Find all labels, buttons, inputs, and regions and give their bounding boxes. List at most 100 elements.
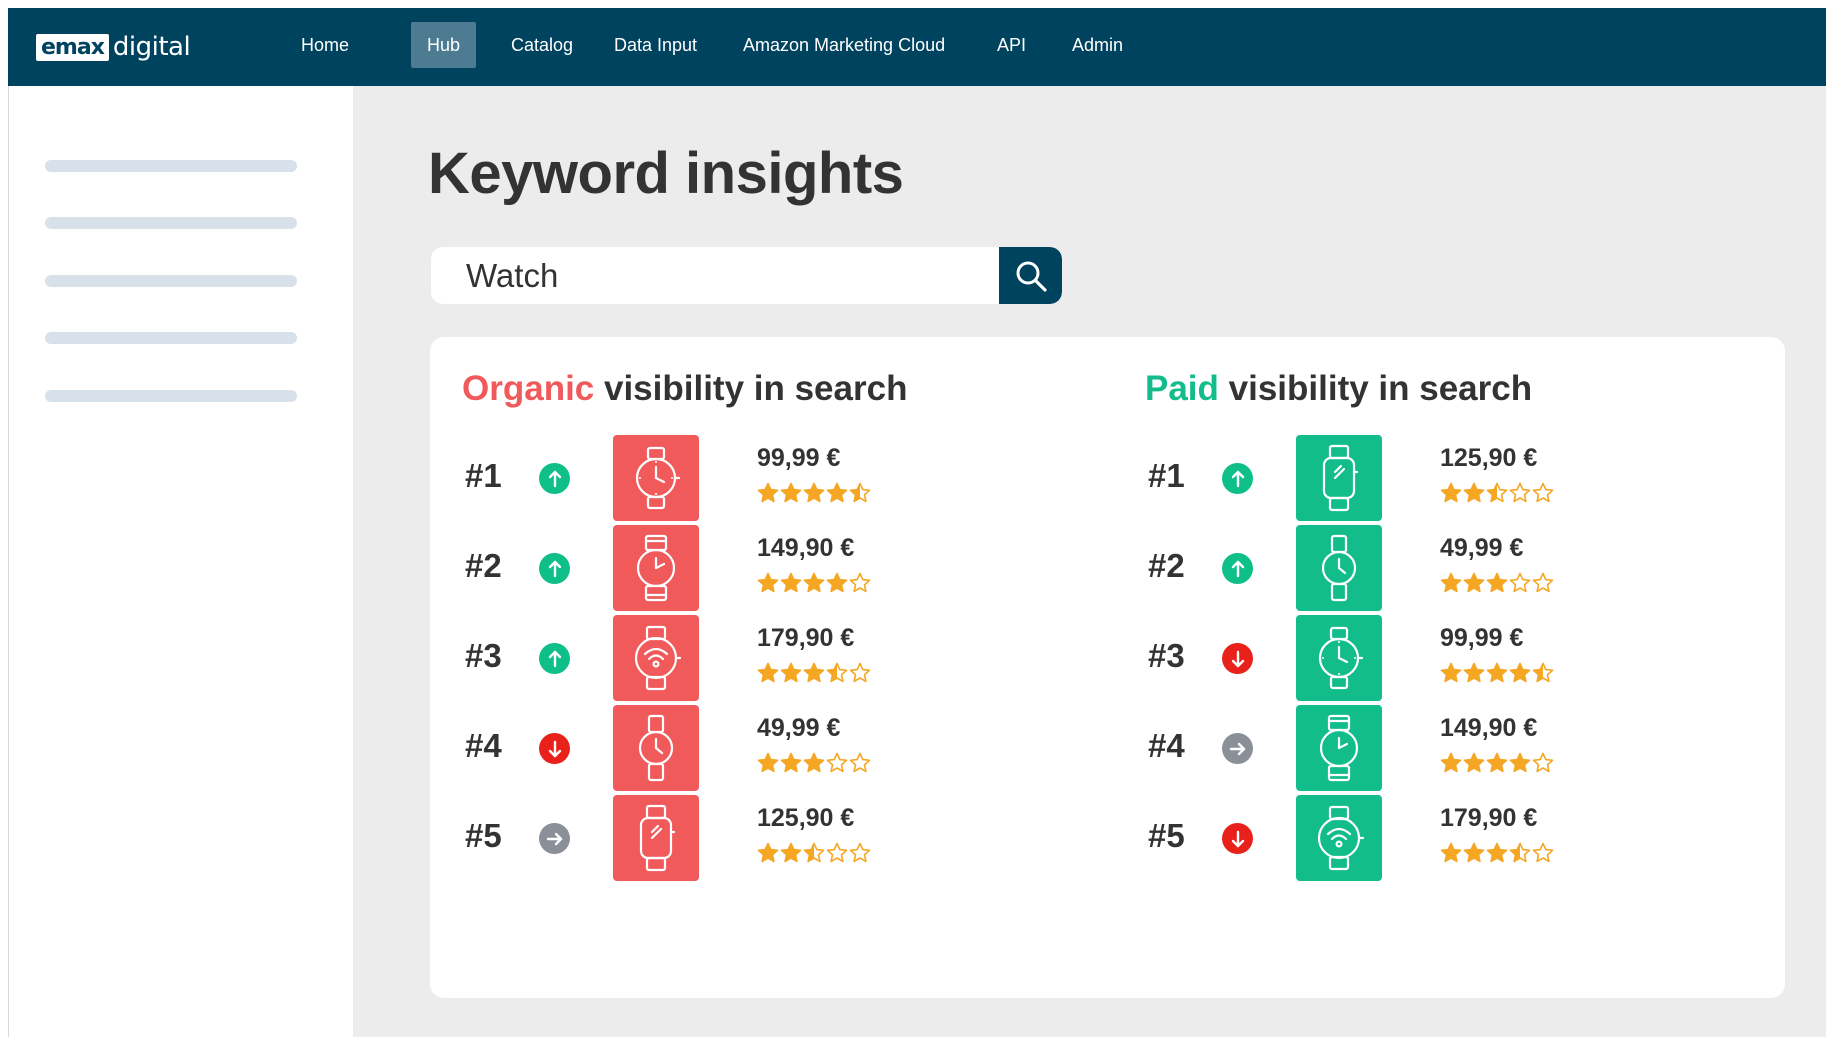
nav-data-input[interactable]: Data Input xyxy=(598,22,713,68)
star-rating xyxy=(757,662,871,684)
star-full-icon xyxy=(757,842,779,864)
paid-result-row[interactable]: #2 49,99 € xyxy=(1148,525,1708,611)
visibility-card: Organic visibility in search Paid visibi… xyxy=(430,337,1785,998)
star-rating xyxy=(1440,662,1554,684)
price-label: 149,90 € xyxy=(757,534,855,562)
nav-api[interactable]: API xyxy=(981,22,1042,68)
nav-hub[interactable]: Hub xyxy=(411,22,477,68)
star-rating xyxy=(1440,482,1554,504)
star-empty-icon xyxy=(849,662,871,684)
trend-down-icon xyxy=(1222,643,1253,674)
sidebar-item-placeholder[interactable] xyxy=(45,217,297,229)
watch-icon[interactable] xyxy=(613,435,699,521)
star-rating xyxy=(757,842,871,864)
search-input[interactable] xyxy=(431,247,1001,304)
star-rating xyxy=(757,752,871,774)
star-rating xyxy=(757,572,871,594)
nav-amazon-marketing-cloud[interactable]: Amazon Marketing Cloud xyxy=(727,22,961,68)
paid-result-row[interactable]: #1 125,90 € xyxy=(1148,435,1708,521)
star-empty-icon xyxy=(1532,572,1554,594)
nav-admin[interactable]: Admin xyxy=(1056,22,1139,68)
star-empty-icon xyxy=(1509,572,1531,594)
star-full-icon xyxy=(1440,572,1462,594)
star-empty-icon xyxy=(826,752,848,774)
brand-logo[interactable]: emax digital xyxy=(36,32,191,62)
star-rating xyxy=(757,482,871,504)
search-bar xyxy=(431,247,1062,304)
price-label: 49,99 € xyxy=(1440,534,1524,562)
trend-up-icon xyxy=(1222,463,1253,494)
star-empty-icon xyxy=(1509,482,1531,504)
star-full-icon xyxy=(1509,662,1531,684)
price-label: 99,99 € xyxy=(1440,624,1524,652)
sidebar-item-placeholder[interactable] xyxy=(45,275,297,287)
trend-up-icon xyxy=(539,463,570,494)
sidebar-item-placeholder[interactable] xyxy=(45,332,297,344)
organic-result-row[interactable]: #4 49,99 € xyxy=(465,705,1025,791)
price-label: 49,99 € xyxy=(757,714,841,742)
watch-icon[interactable] xyxy=(613,795,699,881)
organic-result-row[interactable]: #2 149,90 € xyxy=(465,525,1025,611)
watch-icon[interactable] xyxy=(613,705,699,791)
rank-label: #4 xyxy=(1148,727,1185,764)
star-rating xyxy=(1440,752,1554,774)
sidebar-item-placeholder[interactable] xyxy=(45,160,297,172)
watch-icon[interactable] xyxy=(613,615,699,701)
star-full-icon xyxy=(803,752,825,774)
star-full-icon xyxy=(757,752,779,774)
trend-up-icon xyxy=(539,553,570,584)
paid-result-row[interactable]: #5 179,90 € xyxy=(1148,795,1708,881)
search-button[interactable] xyxy=(999,247,1062,304)
star-empty-icon xyxy=(1532,752,1554,774)
star-half-icon xyxy=(1509,842,1531,864)
watch-icon[interactable] xyxy=(1296,525,1382,611)
organic-result-row[interactable]: #5 125,90 € xyxy=(465,795,1025,881)
star-full-icon xyxy=(1463,482,1485,504)
rank-label: #3 xyxy=(1148,637,1185,674)
logo-mark: emax xyxy=(36,33,109,61)
star-half-icon xyxy=(849,482,871,504)
nav-catalog[interactable]: Catalog xyxy=(495,22,589,68)
price-label: 125,90 € xyxy=(1440,444,1538,472)
organic-highlight: Organic xyxy=(462,369,595,408)
star-empty-icon xyxy=(1532,842,1554,864)
search-icon xyxy=(1016,261,1047,292)
trend-down-icon xyxy=(539,733,570,764)
price-label: 149,90 € xyxy=(1440,714,1538,742)
organic-title-rest: visibility in search xyxy=(594,369,908,408)
sidebar-item-placeholder[interactable] xyxy=(45,390,297,402)
rank-label: #4 xyxy=(465,727,502,764)
star-half-icon xyxy=(826,662,848,684)
star-full-icon xyxy=(1440,842,1462,864)
rank-label: #5 xyxy=(465,817,502,854)
paid-result-row[interactable]: #4 149,90 € xyxy=(1148,705,1708,791)
watch-icon[interactable] xyxy=(1296,435,1382,521)
paid-result-row[interactable]: #3 99,99 € xyxy=(1148,615,1708,701)
logo-wordmark: digital xyxy=(112,32,191,62)
sidebar xyxy=(9,86,353,1037)
star-half-icon xyxy=(1486,482,1508,504)
star-empty-icon xyxy=(1532,482,1554,504)
paid-highlight: Paid xyxy=(1145,369,1219,408)
star-empty-icon xyxy=(826,842,848,864)
organic-result-row[interactable]: #3 179,90 € xyxy=(465,615,1025,701)
watch-icon[interactable] xyxy=(1296,795,1382,881)
star-full-icon xyxy=(803,572,825,594)
trend-up-icon xyxy=(1222,553,1253,584)
star-full-icon xyxy=(780,572,802,594)
rank-label: #1 xyxy=(465,457,502,494)
rank-label: #1 xyxy=(1148,457,1185,494)
watch-icon[interactable] xyxy=(1296,615,1382,701)
star-full-icon xyxy=(1486,662,1508,684)
organic-result-row[interactable]: #1 99,99 € xyxy=(465,435,1025,521)
star-full-icon xyxy=(1440,662,1462,684)
trend-flat-icon xyxy=(1222,733,1253,764)
watch-icon[interactable] xyxy=(1296,705,1382,791)
watch-icon[interactable] xyxy=(613,525,699,611)
star-full-icon xyxy=(826,482,848,504)
rank-label: #2 xyxy=(1148,547,1185,584)
nav-home[interactable]: Home xyxy=(285,22,365,68)
star-full-icon xyxy=(1486,842,1508,864)
star-full-icon xyxy=(803,662,825,684)
rank-label: #5 xyxy=(1148,817,1185,854)
